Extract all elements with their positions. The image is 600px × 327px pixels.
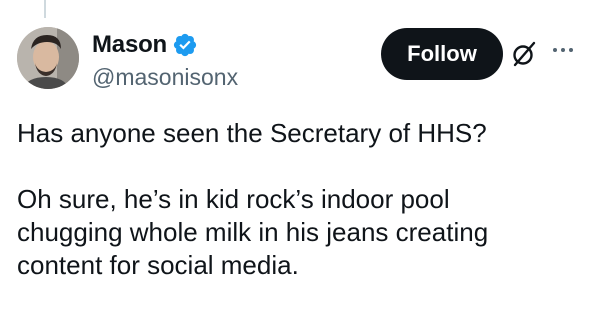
tweet-text: Has anyone seen the Secretary of HHS? Oh… [17, 117, 587, 282]
tweet-line: Oh sure, he’s in kid rock’s indoor pool [17, 184, 450, 214]
more-horizontal-icon[interactable] [553, 44, 583, 56]
verified-badge-icon [173, 33, 197, 57]
thread-connector-line [44, 0, 46, 18]
avatar[interactable] [17, 27, 79, 89]
tweet-line: chugging whole milk in his jeans creatin… [17, 217, 489, 247]
tweet-paragraph-2: Oh sure, he’s in kid rock’s indoor pool … [17, 183, 587, 282]
tweet-paragraph-1: Has anyone seen the Secretary of HHS? [17, 117, 587, 150]
author-handle[interactable]: @masonisonx [92, 64, 238, 91]
author-display-name[interactable]: Mason [92, 31, 167, 59]
grok-icon[interactable] [510, 40, 538, 68]
tweet-line: content for social media. [17, 250, 299, 280]
follow-button[interactable]: Follow [381, 28, 503, 80]
tweet-line: Has anyone seen the Secretary of HHS? [17, 118, 487, 148]
